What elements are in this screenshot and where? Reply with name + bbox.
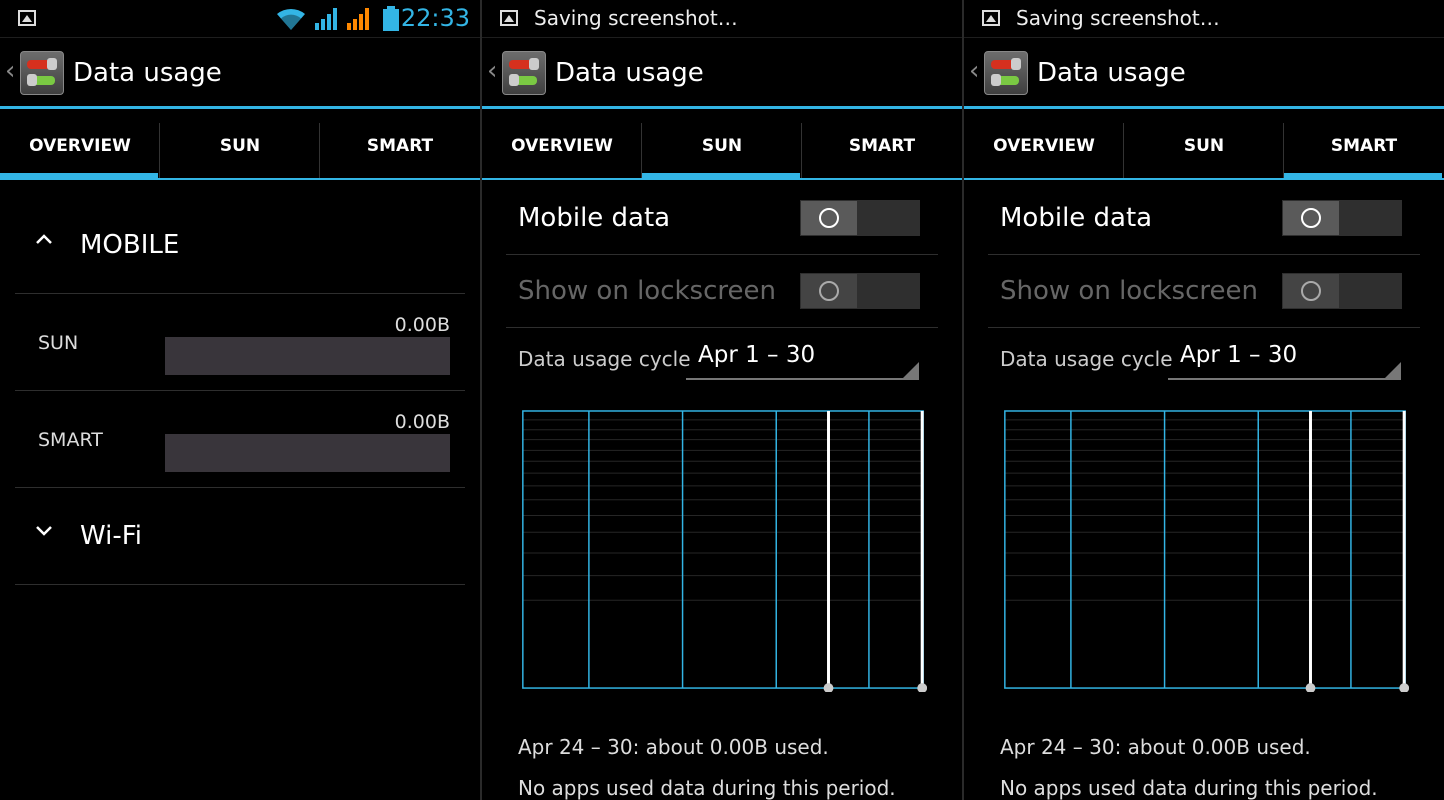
no-apps-text: No apps used data during this period. — [518, 776, 896, 800]
tab-bar: OVERVIEW SUN SMART — [964, 121, 1444, 181]
tab-sun[interactable]: SUN — [160, 121, 320, 181]
tab-smart[interactable]: SMART — [320, 121, 480, 181]
tab-smart[interactable]: SMART — [802, 121, 962, 181]
lockscreen-label: Show on lockscreen — [1000, 276, 1258, 306]
sun-screen: Saving screenshot… ‹ Data usage OVERVIEW… — [482, 0, 962, 800]
notification-text: Saving screenshot… — [1016, 6, 1220, 30]
image-icon — [982, 10, 1000, 26]
mobile-label: MOBILE — [80, 230, 180, 260]
mobile-section-header[interactable]: MOBILE — [15, 216, 465, 276]
cycle-label: Data usage cycle — [1000, 347, 1173, 371]
action-bar: ‹ Data usage — [964, 38, 1444, 106]
tab-indicator — [642, 173, 800, 180]
wifi-label: Wi-Fi — [80, 521, 143, 551]
lockscreen-toggle[interactable] — [1282, 273, 1402, 309]
cycle-spinner[interactable]: Apr 1 – 30 — [1168, 342, 1401, 380]
action-bar: ‹ Data usage — [0, 38, 480, 106]
usage-amount: 0.00B — [394, 411, 450, 433]
lockscreen-label: Show on lockscreen — [518, 276, 776, 306]
smart-screen: Saving screenshot… ‹ Data usage OVERVIEW… — [964, 0, 1444, 800]
tab-smart[interactable]: SMART — [1284, 121, 1444, 181]
usage-amount: 0.00B — [394, 314, 450, 336]
usage-summary: Apr 24 – 30: about 0.00B used. — [518, 735, 829, 759]
usage-chart — [522, 410, 927, 692]
status-bar: 22:33 — [0, 0, 480, 37]
cycle-value: Apr 1 – 30 — [698, 342, 816, 368]
battery-icon — [383, 6, 399, 31]
action-bar: ‹ Data usage — [482, 38, 962, 106]
notification-text: Saving screenshot… — [534, 6, 738, 30]
back-caret-icon[interactable]: ‹ — [487, 56, 497, 86]
image-icon — [500, 10, 518, 26]
cycle-spinner[interactable]: Apr 1 – 30 — [686, 342, 919, 380]
tab-overview[interactable]: OVERVIEW — [964, 121, 1124, 181]
overview-screen: 22:33 ‹ Data usage OVERVIEW SUN SMART MO… — [0, 0, 480, 800]
tab-bar: OVERVIEW SUN SMART — [482, 121, 962, 181]
mobile-data-label: Mobile data — [1000, 203, 1153, 233]
app-icon[interactable] — [502, 51, 546, 95]
usage-summary: Apr 24 – 30: about 0.00B used. — [1000, 735, 1311, 759]
tab-indicator — [0, 173, 158, 180]
usage-bar — [165, 434, 450, 472]
tab-overview[interactable]: OVERVIEW — [482, 121, 642, 181]
mobile-data-toggle[interactable] — [800, 200, 920, 236]
back-caret-icon[interactable]: ‹ — [969, 56, 979, 86]
cycle-label: Data usage cycle — [518, 347, 691, 371]
app-icon[interactable] — [20, 51, 64, 95]
page-title: Data usage — [1037, 58, 1186, 88]
clock: 22:33 — [400, 4, 470, 32]
chevron-up-icon — [33, 228, 55, 256]
usage-chart — [1004, 410, 1409, 692]
cycle-value: Apr 1 – 30 — [1180, 342, 1298, 368]
tab-sun[interactable]: SUN — [642, 121, 802, 181]
usage-bar — [165, 337, 450, 375]
mobile-data-label: Mobile data — [518, 203, 671, 233]
back-caret-icon[interactable]: ‹ — [5, 56, 15, 86]
signal-orange-icon — [347, 8, 369, 30]
spinner-corner-icon — [1385, 362, 1401, 378]
tab-indicator — [1284, 173, 1442, 180]
lockscreen-toggle[interactable] — [800, 273, 920, 309]
mobile-data-toggle[interactable] — [1282, 200, 1402, 236]
chevron-down-icon — [33, 519, 55, 547]
tab-bar: OVERVIEW SUN SMART — [0, 121, 480, 181]
no-apps-text: No apps used data during this period. — [1000, 776, 1378, 800]
page-title: Data usage — [73, 58, 222, 88]
tab-sun[interactable]: SUN — [1124, 121, 1284, 181]
signal-icon — [315, 8, 337, 30]
page-title: Data usage — [555, 58, 704, 88]
tab-overview[interactable]: OVERVIEW — [0, 121, 160, 181]
sim-name: SMART — [38, 429, 103, 451]
app-icon[interactable] — [984, 51, 1028, 95]
wifi-icon — [277, 8, 305, 30]
spinner-corner-icon — [903, 362, 919, 378]
wifi-section-header[interactable]: Wi-Fi — [15, 507, 465, 567]
image-icon — [18, 10, 36, 26]
sim-name: SUN — [38, 332, 79, 354]
status-bar: Saving screenshot… — [482, 0, 962, 37]
status-bar: Saving screenshot… — [964, 0, 1444, 37]
